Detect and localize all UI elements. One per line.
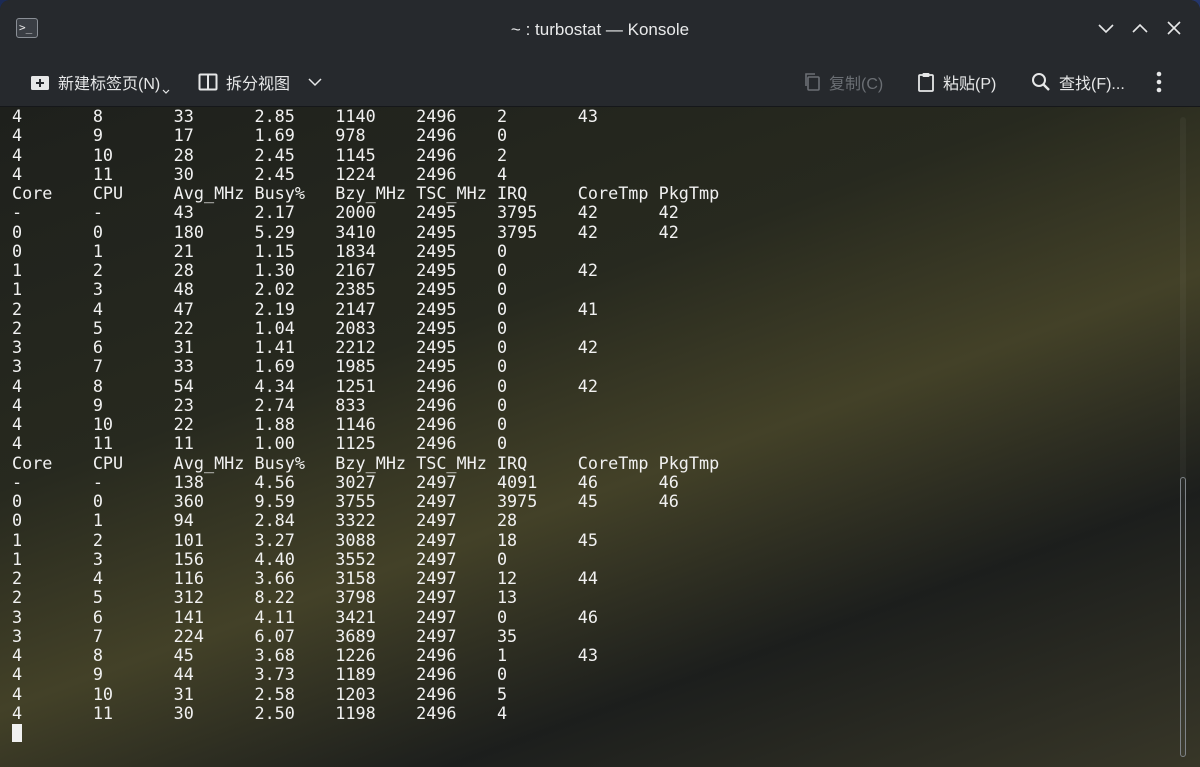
terminal-line: Core CPU Avg_MHz Busy% Bzy_MHz TSC_MHz I… [12, 452, 720, 473]
chevron-up-icon [1132, 23, 1148, 33]
terminal-line: 4 11 11 1.00 1125 2496 0 [12, 433, 508, 454]
window-title: ~ : turbostat — Konsole [510, 20, 690, 39]
cursor-line [12, 723, 719, 742]
copy-button[interactable]: 复制(C) [803, 58, 883, 106]
terminal-line: 0 0 180 5.29 3410 2495 3795 42 42 [12, 221, 679, 242]
close-icon [1167, 21, 1181, 35]
split-view-button[interactable]: 拆分视图 [198, 58, 322, 106]
dropdown-arrow-icon [162, 89, 170, 94]
minimize-button[interactable] [1094, 14, 1118, 42]
terminal-line: 3 7 224 6.07 3689 2497 35 [12, 625, 518, 646]
terminal-line: 0 1 21 1.15 1834 2495 0 [12, 240, 508, 261]
terminal-line: 4 8 54 4.34 1251 2496 0 42 [12, 375, 598, 396]
split-view-label: 拆分视图 [226, 76, 291, 93]
terminal-line: - - 43 2.17 2000 2495 3795 42 42 [12, 202, 679, 223]
chevron-down-icon [1098, 24, 1114, 34]
scrollbar-track[interactable] [1180, 117, 1186, 757]
terminal-line: 4 9 44 3.73 1189 2496 0 [12, 664, 508, 685]
terminal-line: 4 9 23 2.74 833 2496 0 [12, 394, 508, 415]
toolbar: 新建标签页(N) 拆分视图 复制(C) 粘贴(P) 查找(F)... [0, 58, 1200, 107]
terminal-line: 2 4 116 3.66 3158 2497 12 44 [12, 568, 598, 588]
split-view-icon [198, 73, 218, 91]
new-tab-label: 新建标签页(N) [58, 76, 161, 93]
terminal-line: 2 4 47 2.19 2147 2495 0 41 [12, 298, 598, 319]
new-tab-button[interactable]: 新建标签页(N) [30, 58, 170, 106]
kebab-menu-icon [1156, 71, 1162, 93]
terminal-line: 2 5 22 1.04 2083 2495 0 [12, 317, 508, 338]
terminal-line: 4 9 17 1.69 978 2496 0 [12, 125, 508, 146]
window-controls [1094, 14, 1186, 42]
paste-icon [918, 73, 934, 92]
terminal-line: 0 0 360 9.59 3755 2497 3975 45 46 [12, 491, 679, 511]
copy-icon [805, 73, 820, 91]
terminal-line: Core CPU Avg_MHz Busy% Bzy_MHz TSC_MHz I… [12, 183, 720, 203]
konsole-app-icon[interactable]: >_ [16, 18, 38, 38]
terminal-line: 1 2 101 3.27 3088 2497 18 45 [12, 529, 598, 550]
terminal-line: 2 5 312 8.22 3798 2497 13 [12, 587, 518, 608]
text-cursor [12, 724, 22, 742]
terminal-line: 4 10 22 1.88 1146 2496 0 [12, 414, 508, 434]
terminal-line: 1 3 156 4.40 3552 2497 0 [12, 548, 508, 569]
terminal-line: 4 10 31 2.58 1203 2496 5 [12, 683, 508, 704]
terminal-line: 4 11 30 2.45 1224 2496 4 [12, 163, 508, 184]
close-button[interactable] [1162, 14, 1186, 42]
terminal-line: 4 8 33 2.85 1140 2496 2 43 [12, 107, 598, 126]
terminal-view[interactable]: 4 8 33 2.85 1140 2496 2 43 4 9 17 1.69 97… [0, 107, 1200, 767]
terminal-line: 1 2 28 1.30 2167 2495 0 42 [12, 260, 598, 280]
terminal-output: 4 8 33 2.85 1140 2496 2 43 4 9 17 1.69 97… [12, 107, 719, 742]
find-label: 查找(F)... [1059, 76, 1125, 93]
terminal-line: 3 7 33 1.69 1985 2495 0 [12, 356, 508, 377]
new-tab-icon [31, 76, 49, 90]
paste-label: 粘贴(P) [943, 76, 997, 93]
title-bar[interactable]: >_ ~ : turbostat — Konsole [0, 0, 1200, 58]
terminal-line: 4 8 45 3.68 1226 2496 1 43 [12, 645, 598, 665]
chevron-down-icon [308, 78, 322, 87]
terminal-line: 0 1 94 2.84 3322 2497 28 [12, 510, 518, 531]
terminal-line: 4 11 30 2.50 1198 2496 4 [12, 702, 508, 723]
terminal-line: 3 6 141 4.11 3421 2497 0 46 [12, 606, 598, 627]
more-menu-button[interactable] [1156, 58, 1162, 106]
terminal-line: 3 6 31 1.41 2212 2495 0 42 [12, 337, 598, 357]
konsole-window: >_ ~ : turbostat — Konsole 新建标签页(N) 拆分视图… [0, 0, 1200, 767]
copy-label: 复制(C) [829, 76, 884, 93]
paste-button[interactable]: 粘贴(P) [917, 58, 996, 106]
terminal-line: - - 138 4.56 3027 2497 4091 46 46 [12, 471, 679, 492]
maximize-button[interactable] [1128, 14, 1152, 42]
search-icon [1032, 73, 1050, 91]
find-button[interactable]: 查找(F)... [1031, 58, 1125, 106]
terminal-line: 1 3 48 2.02 2385 2495 0 [12, 279, 508, 300]
terminal-line: 4 10 28 2.45 1145 2496 2 [12, 144, 508, 165]
scrollbar-thumb[interactable] [1180, 477, 1186, 757]
